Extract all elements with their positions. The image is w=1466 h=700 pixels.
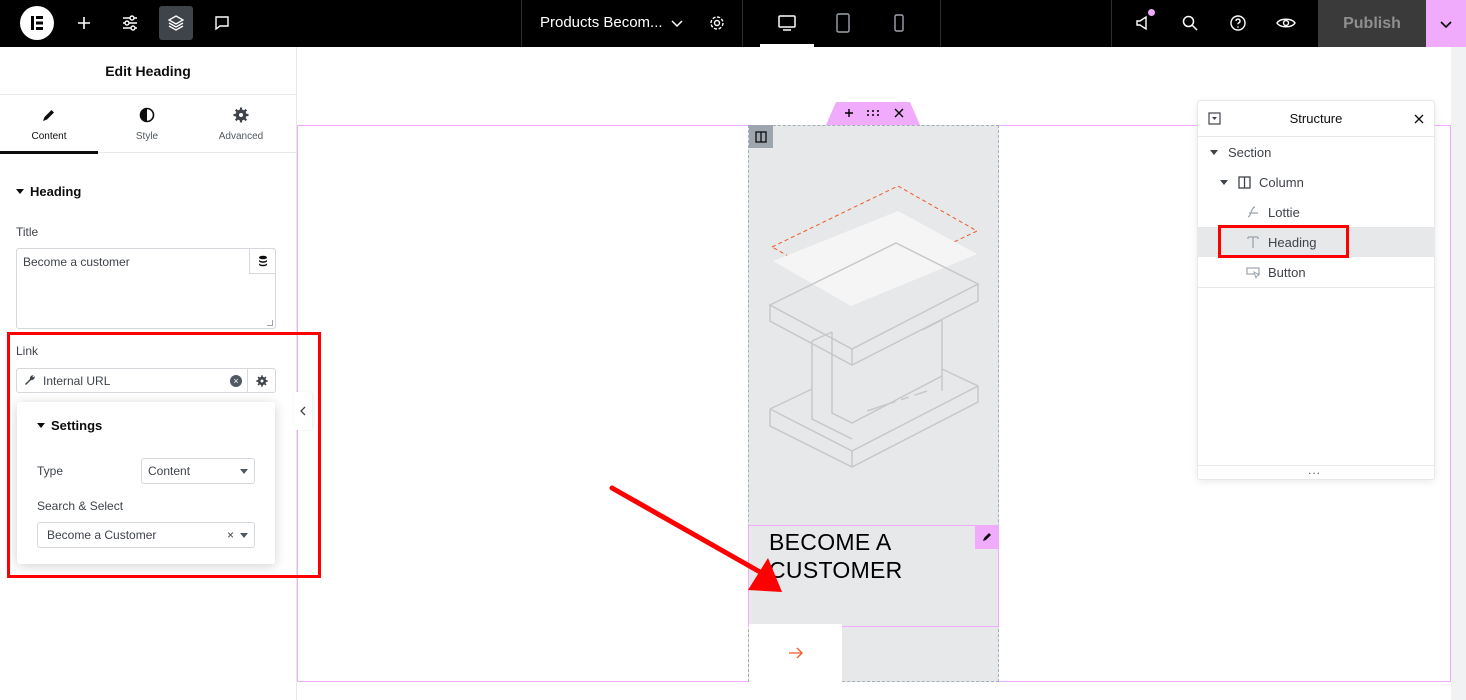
divider	[1111, 0, 1112, 47]
add-element-button[interactable]	[67, 6, 101, 40]
tab-style[interactable]: Style	[98, 95, 196, 153]
notes-button[interactable]	[205, 6, 239, 40]
tab-label: Style	[135, 130, 159, 142]
collapse-all-icon[interactable]	[1208, 112, 1221, 125]
structure-button[interactable]	[159, 6, 193, 40]
structure-header: Structure	[1198, 101, 1434, 137]
tab-label: Advanced	[218, 130, 264, 142]
plus-icon	[78, 17, 90, 29]
device-desktop-button[interactable]	[770, 6, 804, 40]
divider	[521, 0, 522, 47]
structure-item-column[interactable]: Column	[1198, 167, 1434, 197]
eye-icon	[1276, 18, 1296, 28]
preview-button[interactable]	[1269, 6, 1303, 40]
desktop-icon	[778, 15, 796, 31]
structure-item-label: Column	[1259, 174, 1304, 190]
structure-item-section[interactable]: Section	[1198, 137, 1434, 167]
document-menu-button[interactable]	[660, 6, 694, 40]
column-icon	[755, 130, 767, 143]
annotation-highlight-heading	[1218, 225, 1349, 258]
title-value: Become a customer	[23, 255, 130, 269]
divider	[1198, 287, 1434, 288]
panel-tabs: Content Style Advanced	[0, 95, 296, 154]
tab-label: Content	[31, 130, 67, 142]
caret-down-icon	[1220, 179, 1228, 185]
tab-advanced[interactable]: Advanced	[192, 95, 290, 153]
document-title[interactable]: Products Becom...	[540, 14, 663, 31]
button-widget[interactable]	[749, 624, 842, 682]
publish-options-button[interactable]	[1426, 0, 1466, 47]
structure-item-label: Lottie	[1268, 204, 1300, 220]
title-textarea[interactable]: Become a customer	[16, 248, 276, 329]
divider	[742, 0, 743, 47]
button-icon	[1246, 267, 1260, 279]
publish-button[interactable]: Publish	[1318, 0, 1426, 47]
caret-down-icon	[1210, 149, 1218, 155]
canvas-scrollbar[interactable]	[1451, 47, 1466, 700]
comment-icon	[215, 16, 229, 31]
megaphone-icon	[1136, 15, 1147, 31]
database-icon	[258, 255, 267, 267]
device-mobile-button[interactable]	[882, 6, 916, 40]
drag-handle-icon[interactable]	[866, 109, 880, 117]
column-handle[interactable]	[749, 125, 773, 148]
pencil-icon	[983, 533, 991, 541]
help-button[interactable]	[1221, 6, 1255, 40]
column-icon	[1238, 175, 1251, 189]
add-section-icon[interactable]	[844, 108, 854, 118]
mobile-icon	[894, 14, 904, 32]
top-bar: Products Becom... Publish	[0, 0, 1466, 47]
tablet-icon	[836, 13, 850, 33]
close-icon[interactable]	[1414, 114, 1424, 124]
page-settings-button[interactable]	[700, 6, 734, 40]
structure-panel: Structure Section Column Lottie Heading …	[1197, 100, 1435, 480]
annotation-highlight-link	[7, 332, 321, 578]
panel-title: Edit Heading	[0, 47, 296, 95]
finder-button[interactable]	[1173, 6, 1207, 40]
structure-item-lottie[interactable]: Lottie	[1198, 197, 1434, 227]
dynamic-tags-button[interactable]	[249, 248, 276, 274]
lottie-icon	[1247, 206, 1258, 218]
elementor-logo-icon[interactable]	[20, 6, 54, 40]
lottie-illustration	[768, 185, 980, 468]
section-handle	[826, 102, 920, 125]
chevron-down-icon	[671, 20, 683, 28]
arrow-right-icon	[788, 647, 803, 659]
gear-icon	[233, 107, 249, 122]
structure-title: Structure	[1289, 111, 1343, 126]
search-icon	[1182, 15, 1198, 31]
divider	[940, 0, 941, 47]
tab-content[interactable]: Content	[0, 95, 98, 154]
heading-section-toggle[interactable]: Heading	[16, 184, 81, 199]
site-settings-button[interactable]	[113, 6, 147, 40]
section-title: Heading	[30, 184, 82, 199]
annotation-arrow	[609, 485, 782, 592]
resize-handle[interactable]: ...	[1308, 463, 1321, 477]
title-label: Title	[16, 225, 39, 239]
notification-dot	[1148, 9, 1155, 16]
half-circle-icon	[139, 107, 155, 122]
chevron-down-icon	[1440, 20, 1452, 28]
caret-down-icon	[16, 189, 24, 194]
structure-item-label: Section	[1228, 144, 1272, 160]
pencil-icon	[43, 109, 54, 121]
layers-icon	[167, 15, 185, 31]
help-icon	[1230, 15, 1246, 31]
delete-section-icon[interactable]	[894, 108, 904, 118]
sliders-icon	[123, 15, 137, 31]
gear-icon	[710, 16, 724, 30]
structure-item-button[interactable]: Button	[1198, 257, 1434, 287]
structure-item-label: Button	[1268, 264, 1306, 280]
device-tablet-button[interactable]	[826, 6, 860, 40]
edit-widget-button[interactable]	[975, 525, 999, 549]
resize-handle[interactable]	[267, 320, 273, 326]
